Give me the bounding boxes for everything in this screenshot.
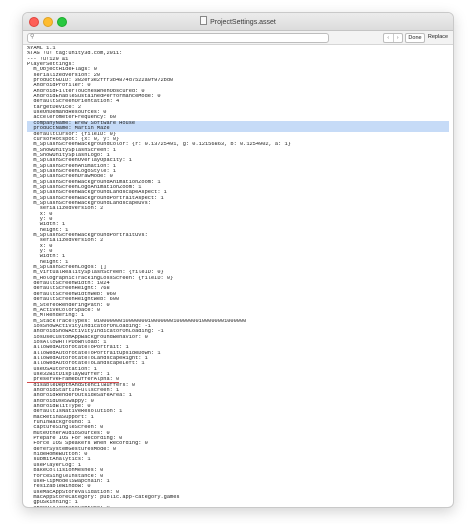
window-title-text: ProjectSettings.asset — [210, 19, 276, 26]
find-bar: ⚲ ‹ › Done Replace — [23, 31, 453, 45]
text-content-area[interactable]: %YAML 1.1 %TAG !u! tag:unity3d.com,2011: -… — [23, 45, 453, 507]
find-previous-button[interactable]: ‹ — [384, 34, 393, 42]
find-next-button[interactable]: › — [392, 34, 403, 42]
find-nav-buttons: ‹ › — [383, 33, 403, 43]
window-title: ProjectSettings.asset — [23, 16, 453, 26]
find-search-input[interactable] — [38, 34, 318, 42]
document-icon — [200, 16, 208, 25]
find-search-box[interactable]: ⚲ — [27, 33, 329, 43]
magnifier-icon: ⚲ — [30, 34, 35, 40]
replace-button[interactable]: Replace — [427, 33, 449, 41]
done-button[interactable]: Done — [405, 33, 425, 43]
text-line: xboxPIXTextureCapture: 0 — [27, 506, 449, 507]
editor-window: ProjectSettings.asset ⚲ ‹ › Done Replace… — [22, 12, 454, 508]
title-bar[interactable]: ProjectSettings.asset — [23, 13, 453, 31]
